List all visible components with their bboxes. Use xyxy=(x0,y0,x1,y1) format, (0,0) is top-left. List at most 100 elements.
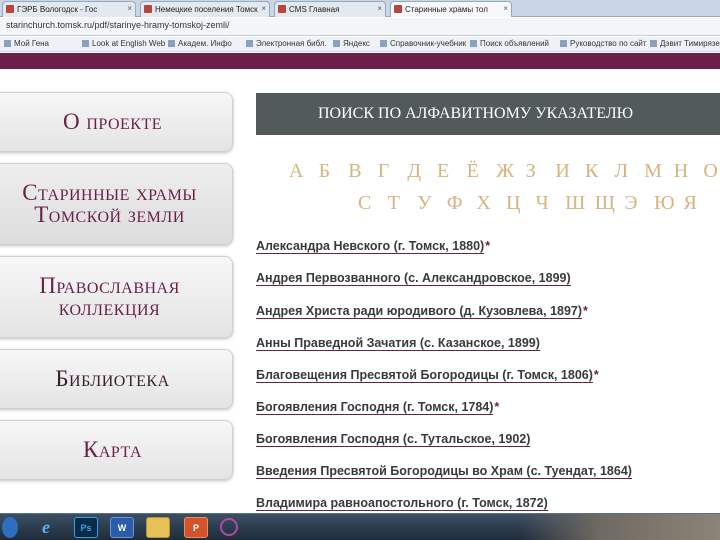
tab-label: CMS Главная xyxy=(289,5,340,14)
letter-link[interactable]: В xyxy=(348,160,378,183)
star-marker: * xyxy=(485,239,491,253)
letter-link[interactable]: У xyxy=(417,192,447,215)
close-icon[interactable]: × xyxy=(127,4,132,13)
letter-link[interactable]: Г xyxy=(378,160,408,183)
church-link[interactable]: Введения Пресвятой Богородицы во Храм (с… xyxy=(256,464,633,479)
church-link-text[interactable]: Введения Пресвятой Богородицы во Храм (с… xyxy=(256,464,632,479)
photoshop-icon[interactable]: Ps xyxy=(74,517,98,538)
menu-item-orthodox-collection[interactable]: Православная коллекция xyxy=(0,256,233,338)
church-link-text[interactable]: Анны Праведной Зачатия (с. Казанское, 18… xyxy=(256,336,540,351)
letter-link[interactable]: Ф xyxy=(447,192,477,215)
letter-link[interactable]: Е xyxy=(437,160,467,183)
letter-link[interactable]: С xyxy=(358,192,388,215)
bookmark-item[interactable]: Дэвит Тимирязев xyxy=(650,39,720,48)
letter-link[interactable]: Н xyxy=(674,160,704,183)
tab-label: Старинные храмы тол xyxy=(405,5,488,14)
letter-link[interactable]: Я xyxy=(684,192,714,215)
bookmark-label: Справочник-учебник xyxy=(390,39,467,48)
menu-item-label-line2: коллекция xyxy=(58,295,161,320)
church-link[interactable]: Владимира равноапостольного (г. Томск, 1… xyxy=(256,496,549,511)
church-link[interactable]: Благовещения Пресвятой Богородицы (г. То… xyxy=(256,368,599,383)
church-link[interactable]: Александра Невского (г. Томск, 1880)* xyxy=(256,239,491,254)
letter-link[interactable]: Ч xyxy=(536,192,566,215)
menu-item-library[interactable]: Библиотека xyxy=(0,349,233,409)
church-link-text[interactable]: Богоявления Господня (с. Тутальское, 190… xyxy=(256,432,531,447)
bookmark-item[interactable]: Яндекс xyxy=(333,39,370,48)
tab-favicon-icon xyxy=(144,5,152,13)
church-link[interactable]: Андрея Христа ради юродивого (д. Кузовле… xyxy=(256,304,588,319)
church-link[interactable]: Богоявления Господня (с. Тутальское, 190… xyxy=(256,432,531,447)
letter-link[interactable]: Л xyxy=(615,160,645,183)
church-link-text[interactable]: Богоявления Господня (г. Томск, 1784) xyxy=(256,400,494,415)
church-link-text[interactable]: Благовещения Пресвятой Богородицы (г. То… xyxy=(256,368,593,383)
letter-link[interactable]: Э xyxy=(624,192,654,215)
letter-link[interactable]: О xyxy=(703,160,720,183)
close-icon[interactable]: × xyxy=(261,4,266,13)
bookmark-item[interactable]: Руководство по сайт xyxy=(560,39,647,48)
url-text[interactable]: starinchurch.tomsk.ru/pdf/starinye-hramy… xyxy=(6,20,230,30)
bookmark-item[interactable]: Справочник-учебник xyxy=(380,39,466,48)
close-icon[interactable]: × xyxy=(377,4,382,13)
letter-link[interactable]: Ц xyxy=(506,192,536,215)
letter-link[interactable]: З xyxy=(526,160,556,183)
letter-link[interactable]: Щ xyxy=(595,192,625,215)
app-icon[interactable] xyxy=(220,518,238,536)
menu-item-label: О проекте xyxy=(62,109,163,134)
alphabet-row-1: АБВГДЕЁЖЗИКЛМНО xyxy=(289,160,720,183)
word-icon[interactable]: W xyxy=(110,517,134,538)
browser-tab-2[interactable]: Немецкие поселения Томск × xyxy=(140,1,270,17)
bookmarks-bar: Мой Гена Look at English Web Академ. Инф… xyxy=(0,37,720,52)
desktop-background-image xyxy=(520,514,720,540)
church-link[interactable]: Анны Праведной Зачатия (с. Казанское, 18… xyxy=(256,336,541,351)
site-header-bar xyxy=(0,53,720,69)
folder-icon[interactable] xyxy=(146,517,170,538)
menu-item-map[interactable]: Карта xyxy=(0,420,233,480)
menu-item-old-churches[interactable]: Старинные храмы Томской земли xyxy=(0,163,233,245)
letter-link[interactable]: Ш xyxy=(565,192,595,215)
church-link-text[interactable]: Андрея Первозванного (с. Александровское… xyxy=(256,271,571,286)
tab-favicon-icon xyxy=(394,5,402,13)
browser-tab-4[interactable]: Старинные храмы тол × xyxy=(390,1,512,17)
letter-link[interactable]: К xyxy=(585,160,615,183)
bookmark-icon xyxy=(650,40,657,47)
start-icon[interactable] xyxy=(2,517,18,538)
letter-link[interactable]: Ж xyxy=(496,160,526,183)
star-marker: * xyxy=(494,400,500,414)
menu-item-label: Карта xyxy=(82,437,143,462)
letter-link[interactable]: Ё xyxy=(467,160,497,183)
letter-link[interactable]: Б xyxy=(319,160,349,183)
bookmark-item[interactable]: Поиск объявлений xyxy=(470,39,549,48)
church-link-text[interactable]: Александра Невского (г. Томск, 1880) xyxy=(256,239,485,254)
bookmark-item[interactable]: Look at English Web xyxy=(82,39,165,48)
bookmark-item[interactable]: Академ. Инфо xyxy=(168,39,232,48)
menu-item-about[interactable]: О проекте xyxy=(0,92,233,152)
bookmark-label: Руководство по сайт xyxy=(570,39,647,48)
letter-link[interactable]: И xyxy=(555,160,585,183)
letter-link[interactable]: Т xyxy=(388,192,418,215)
letter-link[interactable]: Д xyxy=(407,160,437,183)
bookmark-label: Академ. Инфо xyxy=(178,39,232,48)
church-link-text[interactable]: Андрея Христа ради юродивого (д. Кузовле… xyxy=(256,304,583,319)
letter-link[interactable]: М xyxy=(644,160,674,183)
close-icon[interactable]: × xyxy=(503,4,508,13)
letter-link[interactable]: Х xyxy=(476,192,506,215)
ie-icon[interactable]: e xyxy=(34,517,58,538)
church-link-text[interactable]: Владимира равноапостольного (г. Томск, 1… xyxy=(256,496,548,511)
bookmark-label: Яндекс xyxy=(343,39,370,48)
bookmark-item[interactable]: Электронная библ. xyxy=(246,39,327,48)
church-link[interactable]: Богоявления Господня (г. Томск, 1784)* xyxy=(256,400,500,415)
address-bar[interactable]: starinchurch.tomsk.ru/pdf/starinye-hramy… xyxy=(0,18,720,36)
bookmark-item[interactable]: Мой Гена xyxy=(4,39,49,48)
browser-tab-1[interactable]: ГЭРБ Вологодск - Гос × xyxy=(2,1,136,17)
tab-favicon-icon xyxy=(6,5,14,13)
menu-item-label: Библиотека xyxy=(55,366,170,391)
letter-link[interactable]: А xyxy=(289,160,319,183)
star-marker: * xyxy=(583,304,588,318)
menu-item-label: Старинные храмы xyxy=(22,180,197,205)
letter-link[interactable]: Ю xyxy=(654,192,684,215)
browser-tab-3[interactable]: CMS Главная × xyxy=(274,1,386,17)
menu-item-label: Православная xyxy=(39,273,180,298)
bookmark-icon xyxy=(470,40,477,47)
church-link[interactable]: Андрея Первозванного (с. Александровское… xyxy=(256,271,572,286)
powerpoint-icon[interactable]: P xyxy=(184,517,208,538)
